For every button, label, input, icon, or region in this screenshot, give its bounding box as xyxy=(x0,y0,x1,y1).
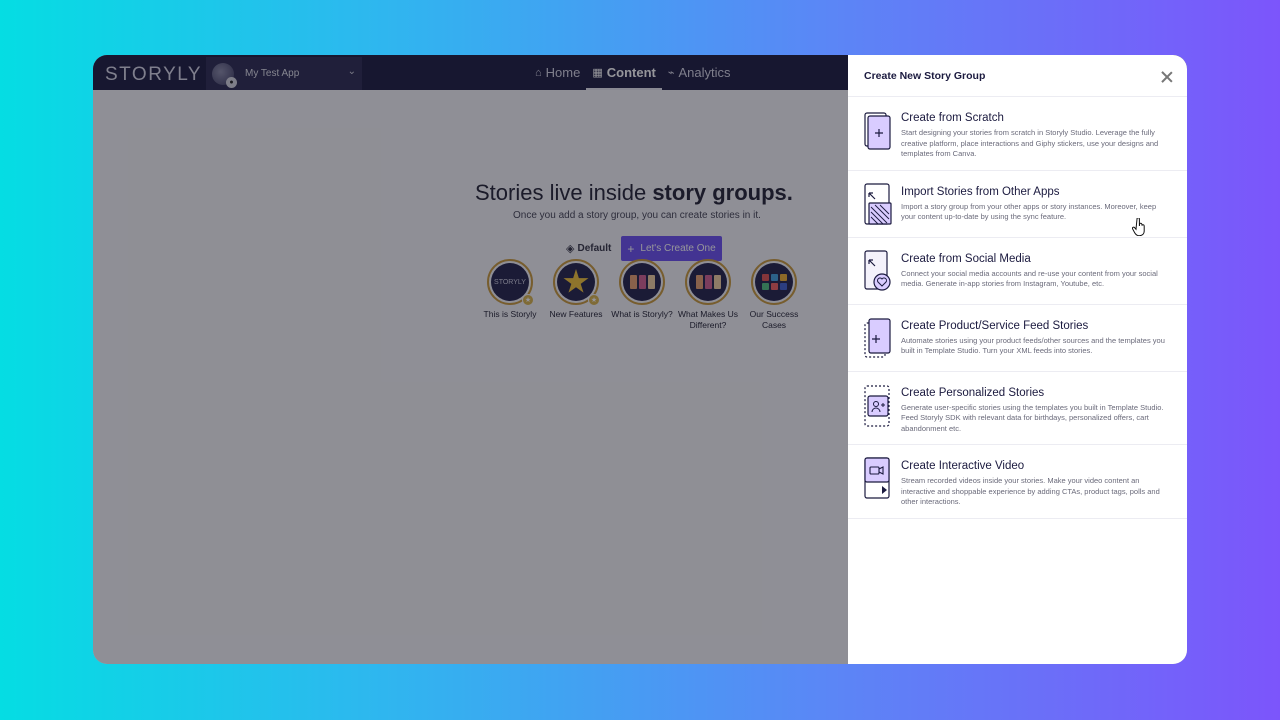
option-title: Create Personalized Stories xyxy=(901,386,1045,399)
plus-page-icon xyxy=(864,112,891,150)
hand-pointer-icon xyxy=(1132,218,1145,236)
option-title: Create Interactive Video xyxy=(901,460,1025,472)
option-description: Connect your social media accounts and r… xyxy=(901,268,1158,289)
option-description: Import a story group from your other app… xyxy=(901,201,1157,222)
option-social-media[interactable]: Create from Social Media Connect your so… xyxy=(848,238,1187,305)
option-description: Automate stories using your product feed… xyxy=(901,335,1165,356)
option-description: Stream recorded videos inside your stori… xyxy=(901,476,1160,506)
option-title: Create from Scratch xyxy=(901,112,1004,124)
option-title: Create from Social Media xyxy=(901,252,1031,265)
heart-page-icon xyxy=(864,249,891,291)
feed-page-icon xyxy=(864,317,891,358)
drawer-title: Create New Story Group xyxy=(864,69,986,82)
option-personalized-stories[interactable]: Create Personalized Stories Generate use… xyxy=(848,372,1187,445)
option-title: Create Product/Service Feed Stories xyxy=(901,319,1089,332)
user-plus-page-icon xyxy=(864,384,890,427)
option-interactive-video[interactable]: Create Interactive Video Stream recorded… xyxy=(848,445,1187,519)
drawer-header: Create New Story Group xyxy=(848,55,1187,97)
close-icon[interactable] xyxy=(1161,71,1173,83)
option-create-from-scratch[interactable]: Create from Scratch Start designing your… xyxy=(848,97,1187,171)
import-icon xyxy=(864,182,892,225)
option-product-feed[interactable]: Create Product/Service Feed Stories Auto… xyxy=(848,305,1187,372)
option-description: Start designing your stories from scratc… xyxy=(901,128,1159,158)
option-title: Import Stories from Other Apps xyxy=(901,185,1060,198)
video-page-icon xyxy=(864,457,890,499)
create-story-group-drawer: Create New Story Group Create from Scrat… xyxy=(848,55,1187,664)
option-description: Generate user-specific stories using the… xyxy=(901,402,1164,433)
